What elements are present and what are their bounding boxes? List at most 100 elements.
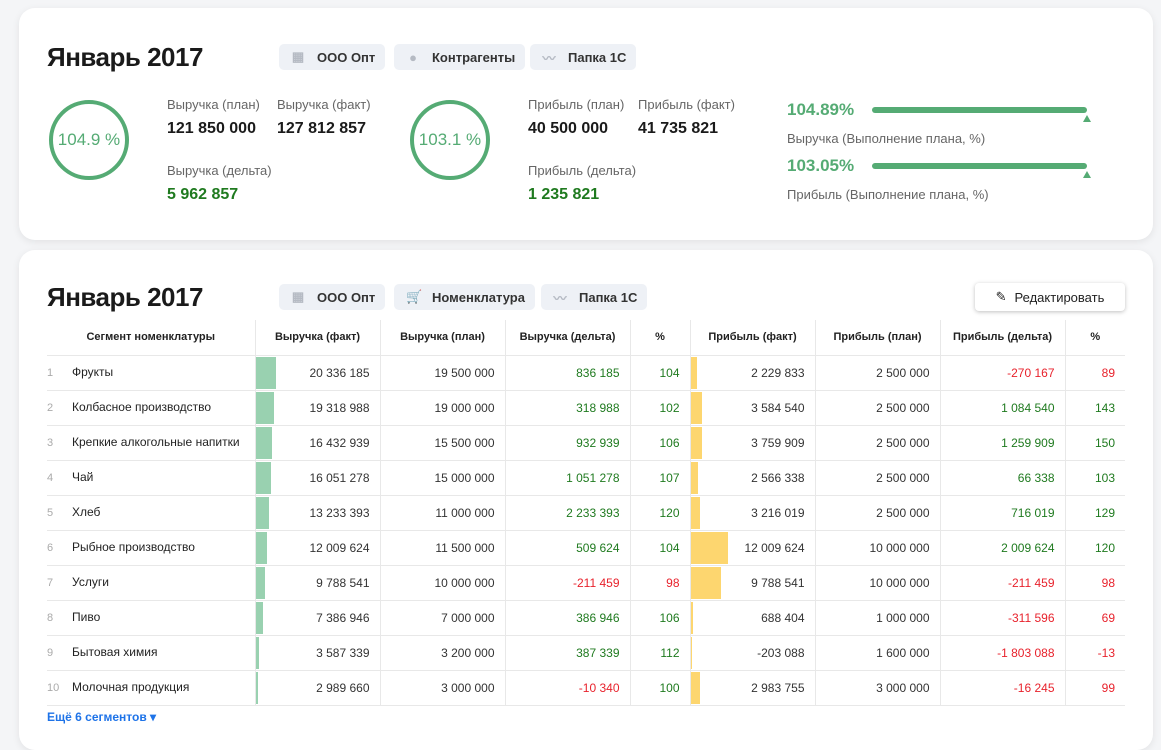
profit-fact-label: Прибыль (факт) — [638, 97, 735, 112]
cell-text: 120 — [1094, 540, 1115, 555]
column-header[interactable]: Выручка (дельта) — [505, 320, 631, 356]
cell-text: 10 000 000 — [869, 575, 930, 590]
cell-text: 12 009 624 — [744, 540, 805, 555]
column-header[interactable]: Выручка (план) — [380, 320, 506, 356]
cell-text: 69 — [1101, 610, 1115, 625]
cell-text: 2 500 000 — [876, 365, 930, 380]
cell: 9 788 541 — [690, 565, 816, 601]
profit-bar — [690, 426, 703, 459]
table-row[interactable]: 8 Пиво 7 386 946 7 000 000 386 946 106 688 404… — [47, 600, 1125, 636]
cell: -13 — [1065, 635, 1125, 671]
segment-name: Рыбное производство — [72, 530, 256, 566]
cell-text: 3 — [47, 436, 54, 449]
table-row[interactable]: 3 Крепкие алкогольные напитки 16 432 939 15… — [47, 425, 1125, 461]
revenue-bar — [255, 531, 268, 564]
revenue-fact-label: Выручка (факт) — [277, 97, 371, 112]
pencil-icon: ✎ — [995, 289, 1007, 304]
cell: 103 — [1065, 460, 1125, 496]
cell: 99 — [1065, 670, 1125, 706]
column-header[interactable]: Прибыль (факт) — [690, 320, 816, 356]
revenue-bar — [255, 461, 272, 494]
revenue-bar — [255, 601, 263, 634]
cell: 10 000 000 — [380, 565, 506, 601]
chip-folder[interactable]: 〰 Папка 1С — [530, 44, 637, 70]
cell-text: 836 185 — [576, 365, 620, 380]
chip-folder[interactable]: 〰 Папка 1С — [541, 284, 648, 310]
edit-button[interactable]: ✎ Редактировать — [975, 283, 1125, 311]
cell: 16 051 278 — [255, 460, 381, 496]
cell-text: 2 009 624 — [1001, 540, 1055, 555]
chart-line-icon: 〰 — [553, 290, 567, 306]
chip-nomenclature[interactable]: 🛒 Номенклатура — [394, 284, 535, 310]
segment-name: Пиво — [72, 600, 256, 636]
profit-bar — [690, 496, 701, 529]
table-row[interactable]: 10 Молочная продукция 2 989 660 3 000 000 -1… — [47, 670, 1125, 706]
cell-text: 120 — [659, 505, 680, 520]
table-row[interactable]: 4 Чай 16 051 278 15 000 000 1 051 278 107 2 56… — [47, 460, 1125, 496]
cell: 143 — [1065, 390, 1125, 426]
profit-bar — [690, 601, 693, 634]
revenue-bar — [255, 391, 275, 424]
cell: 3 216 019 — [690, 495, 816, 531]
segment-name: Колбасное производство — [72, 390, 256, 426]
cell: -270 167 — [940, 355, 1066, 391]
cell-text: 2 500 000 — [876, 435, 930, 450]
cell: 106 — [630, 425, 691, 461]
row-number: 8 — [47, 600, 72, 636]
column-header[interactable]: % — [630, 320, 691, 356]
revenue-plan-label: Выручка (план) — [167, 97, 260, 112]
cell-text: 1 051 278 — [566, 470, 620, 485]
segments-table: Сегмент номенклатуры Выручка (факт) Выручк… — [47, 320, 1125, 706]
table-row[interactable]: 5 Хлеб 13 233 393 11 000 000 2 233 393 120 3 2… — [47, 495, 1125, 531]
profit-bar — [690, 636, 692, 669]
cell-text: 102 — [659, 400, 680, 415]
cell-text: 15 500 000 — [434, 435, 495, 450]
revenue-fact: 127 812 857 — [277, 120, 366, 137]
cell: 7 000 000 — [380, 600, 506, 636]
cell-text: 66 338 — [1017, 470, 1055, 485]
column-header[interactable]: Прибыль (план) — [815, 320, 941, 356]
cell: 9 788 541 — [255, 565, 381, 601]
cell-text: 19 318 988 — [309, 400, 370, 415]
cell-text: 104 — [659, 365, 680, 380]
cell: -1 803 088 — [940, 635, 1066, 671]
cell: 688 404 — [690, 600, 816, 636]
table-row[interactable]: 2 Колбасное производство 19 318 988 19 000 … — [47, 390, 1125, 426]
cell-text: 10 000 000 — [434, 575, 495, 590]
chip-company[interactable]: ▦ ООО Опт — [279, 44, 386, 70]
cell-text: 3 000 000 — [876, 680, 930, 695]
profit-plan: 40 500 000 — [528, 120, 609, 137]
cell-text: 103 — [1094, 470, 1115, 485]
cell: 69 — [1065, 600, 1125, 636]
column-header[interactable]: Выручка (факт) — [255, 320, 381, 356]
segment-name: Фрукты — [72, 355, 256, 391]
segment-name: Чай — [72, 460, 256, 496]
table-row[interactable]: 6 Рыбное производство 12 009 624 11 500 000… — [47, 530, 1125, 566]
cell: 15 500 000 — [380, 425, 506, 461]
table-row[interactable]: 7 Услуги 9 788 541 10 000 000 -211 459 98 9 78… — [47, 565, 1125, 601]
cell: -16 245 — [940, 670, 1066, 706]
chip-counterparties[interactable]: ● Контрагенты — [394, 44, 526, 70]
building-icon: ▦ — [291, 289, 305, 304]
table-row[interactable]: 9 Бытовая химия 3 587 339 3 200 000 387 339 1… — [47, 635, 1125, 671]
cell-text: 716 019 — [1011, 505, 1055, 520]
cell-text: 19 500 000 — [434, 365, 495, 380]
cell-text: 386 946 — [576, 610, 620, 625]
cell-text: 6 — [47, 541, 54, 554]
segments-card: Январь 2017 ▦ ООО Опт 🛒 Номенклатура 〰 Папк… — [19, 250, 1153, 750]
chip-company[interactable]: ▦ ООО Опт — [279, 284, 386, 310]
column-header[interactable]: Прибыль (дельта) — [940, 320, 1066, 356]
cell: 7 386 946 — [255, 600, 381, 636]
cell-text: -1 803 088 — [997, 645, 1055, 660]
table-row[interactable]: 1 Фрукты 20 336 185 19 500 000 836 185 104 2 2… — [47, 355, 1125, 391]
cell: 2 009 624 — [940, 530, 1066, 566]
cell-text: 2 — [47, 401, 54, 414]
column-header[interactable]: % — [1065, 320, 1125, 356]
cell: 104 — [630, 355, 691, 391]
cell-text: 1 — [47, 366, 54, 379]
cell: 98 — [1065, 565, 1125, 601]
cell: 2 566 338 — [690, 460, 816, 496]
cell-text: -10 340 — [578, 680, 620, 695]
column-header[interactable]: Сегмент номенклатуры — [47, 320, 256, 356]
revenue-progress-value: 104.89% — [787, 100, 855, 119]
